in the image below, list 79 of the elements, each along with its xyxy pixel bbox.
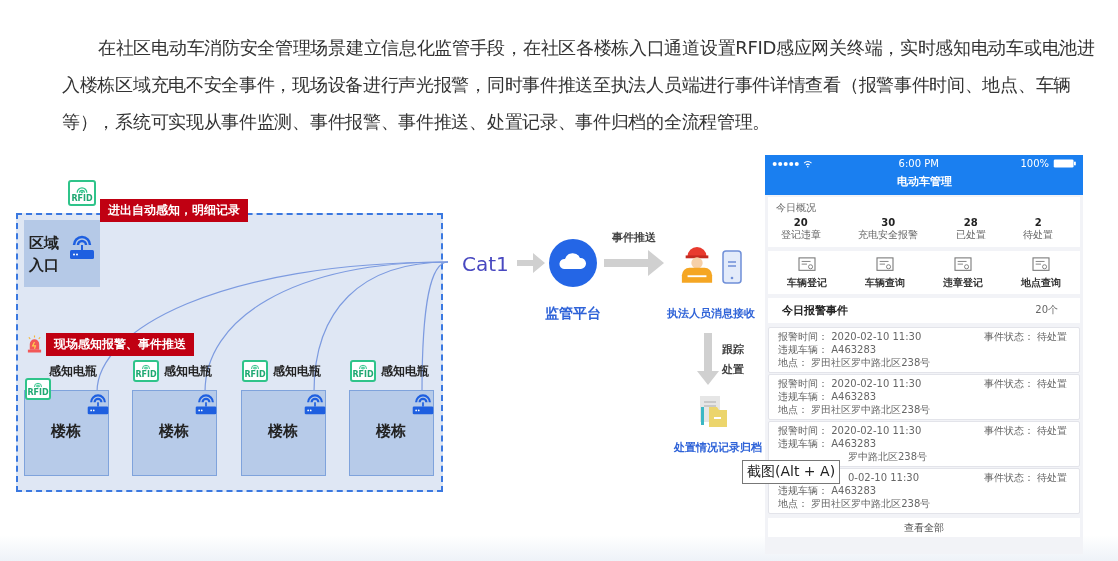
rfid-tag-icon: RFID xyxy=(350,360,376,382)
event-status: 事件状态： 待处置 xyxy=(983,377,1067,391)
router-icon xyxy=(303,392,327,416)
shortcut-button[interactable]: 车辆查询 xyxy=(861,257,909,290)
folder-icon xyxy=(698,395,728,427)
stat-label: 登记违章 xyxy=(780,228,821,242)
entrance-label: 区域入口 xyxy=(29,233,59,276)
document-icon xyxy=(1032,257,1050,273)
events-count: 20个 xyxy=(1035,303,1058,317)
building-label: 楼栋 xyxy=(159,422,189,441)
router-icon xyxy=(194,392,218,416)
follow-label: 处置 xyxy=(722,362,744,377)
shortcut-button[interactable]: 车辆登记 xyxy=(783,257,831,290)
event-status: 事件状态： 待处置 xyxy=(983,330,1067,344)
battery-percent: 100% xyxy=(1020,158,1049,169)
cloud-icon xyxy=(549,239,597,287)
intro-paragraph: 在社区电动车消防安全管理场景建立信息化监管手段，在社区各楼栋入口通道设置RFID感应网关终端，实时感知电动车或电池进入楼栋区域充电不安全事件，现场设备进行声光报警，同时事件推送至执法人员端进行事件详情查看（报警事件时间、地点、车辆等），系统可实现从事件监测、事件报警、事件推送、处置记录、事件归档的全流程管理。 xyxy=(61,36,1096,134)
alarm-icon xyxy=(26,335,43,353)
view-all-button[interactable]: 查看全部 xyxy=(768,518,1080,537)
rfid-tag-icon: RFID xyxy=(242,360,268,382)
phone-icon xyxy=(722,250,742,284)
event-detail: 罗中路北区238号 xyxy=(848,450,928,463)
zone-label: 进出自动感知，明细记录 xyxy=(100,199,248,222)
stat-label: 待处置 xyxy=(1023,228,1054,242)
tooltip: 截图(Alt + A) xyxy=(742,460,841,484)
document-icon xyxy=(876,257,894,273)
stat-label: 已处置 xyxy=(955,228,986,242)
arrow-icon xyxy=(604,250,664,276)
event-detail: 0-02-10 11:30 xyxy=(848,471,920,484)
router-icon xyxy=(86,392,110,416)
stat-value: 30 xyxy=(881,217,896,228)
event-detail: 地点： 罗田社区罗中路北区238号 xyxy=(778,403,931,416)
building-label: 楼栋 xyxy=(268,422,298,441)
stat-value: 20 xyxy=(793,217,808,228)
event-detail: 违规车辆： A463283 xyxy=(778,484,877,497)
events-title: 今日报警事件 xyxy=(782,303,848,318)
sensor-label: 感知电瓶 xyxy=(381,363,429,380)
app-title: 电动车管理 xyxy=(765,172,1083,195)
event-detail: 报警时间： 2020-02-10 11:30 xyxy=(778,330,922,343)
overview-title: 今日概况 xyxy=(776,201,817,215)
arrow-icon xyxy=(697,333,719,385)
rfid-tag-icon: RFID xyxy=(68,180,96,206)
router-icon xyxy=(411,392,435,416)
stat-value: 2 xyxy=(1034,217,1042,228)
status-time: 6:00 PM xyxy=(897,158,940,169)
router-icon xyxy=(68,233,96,261)
document-icon xyxy=(954,257,972,273)
platform-label: 监管平台 xyxy=(545,305,601,323)
event-status: 事件状态： 待处置 xyxy=(983,424,1067,438)
stat-label: 充电安全报警 xyxy=(858,228,919,242)
alarm-label: 现场感知报警、事件推送 xyxy=(46,333,194,356)
push-label: 事件推送 xyxy=(612,230,656,245)
shortcut-button[interactable]: 地点查询 xyxy=(1017,257,1065,290)
document-icon xyxy=(798,257,816,273)
event-card[interactable]: 报警时间： 2020-02-10 11:30 违规车辆： A463283 地点： 罗田社区罗中路北区238号 事件状态： 待处置 xyxy=(768,327,1080,373)
event-detail: 地点： 罗田社区罗中路北区238号 xyxy=(778,497,931,510)
shortcut-button[interactable]: 违章登记 xyxy=(939,257,987,290)
officer-label: 执法人员消息接收 xyxy=(667,306,755,321)
event-detail: 违规车辆： A463283 xyxy=(778,390,877,403)
event-detail: 违规车辆： A463283 xyxy=(778,437,877,450)
event-card[interactable]: 报警时间： 2020-02-10 11:30 违规车辆： A463283 地点： 罗田社区罗中路北区238号 事件状态： 待处置 xyxy=(768,374,1080,420)
rfid-tag-icon: RFID xyxy=(25,378,51,400)
sensor-label: 感知电瓶 xyxy=(273,363,321,380)
rfid-tag-icon: RFID xyxy=(133,360,159,382)
event-detail: 报警时间： 2020-02-10 11:30 xyxy=(778,377,922,390)
event-detail: 违规车辆： A463283 xyxy=(778,343,877,356)
event-detail: 地点： 罗田社区罗中路北区238号 xyxy=(778,356,931,369)
archive-label: 处置情况记录归档 xyxy=(674,440,762,455)
stat-value: 28 xyxy=(963,217,978,228)
link-label: Cat1 xyxy=(462,252,509,276)
event-status: 事件状态： 待处置 xyxy=(983,471,1067,485)
building-label: 楼栋 xyxy=(376,422,406,441)
battery-icon xyxy=(1053,159,1077,168)
arrow-icon xyxy=(517,253,545,273)
event-detail: 报警时间： 2020-02-10 11:30 xyxy=(778,424,922,437)
sensor-label: 感知电瓶 xyxy=(164,363,212,380)
follow-label: 跟踪 xyxy=(722,342,744,357)
sensor-label: 感知电瓶 xyxy=(49,363,97,380)
building-label: 楼栋 xyxy=(51,422,81,441)
